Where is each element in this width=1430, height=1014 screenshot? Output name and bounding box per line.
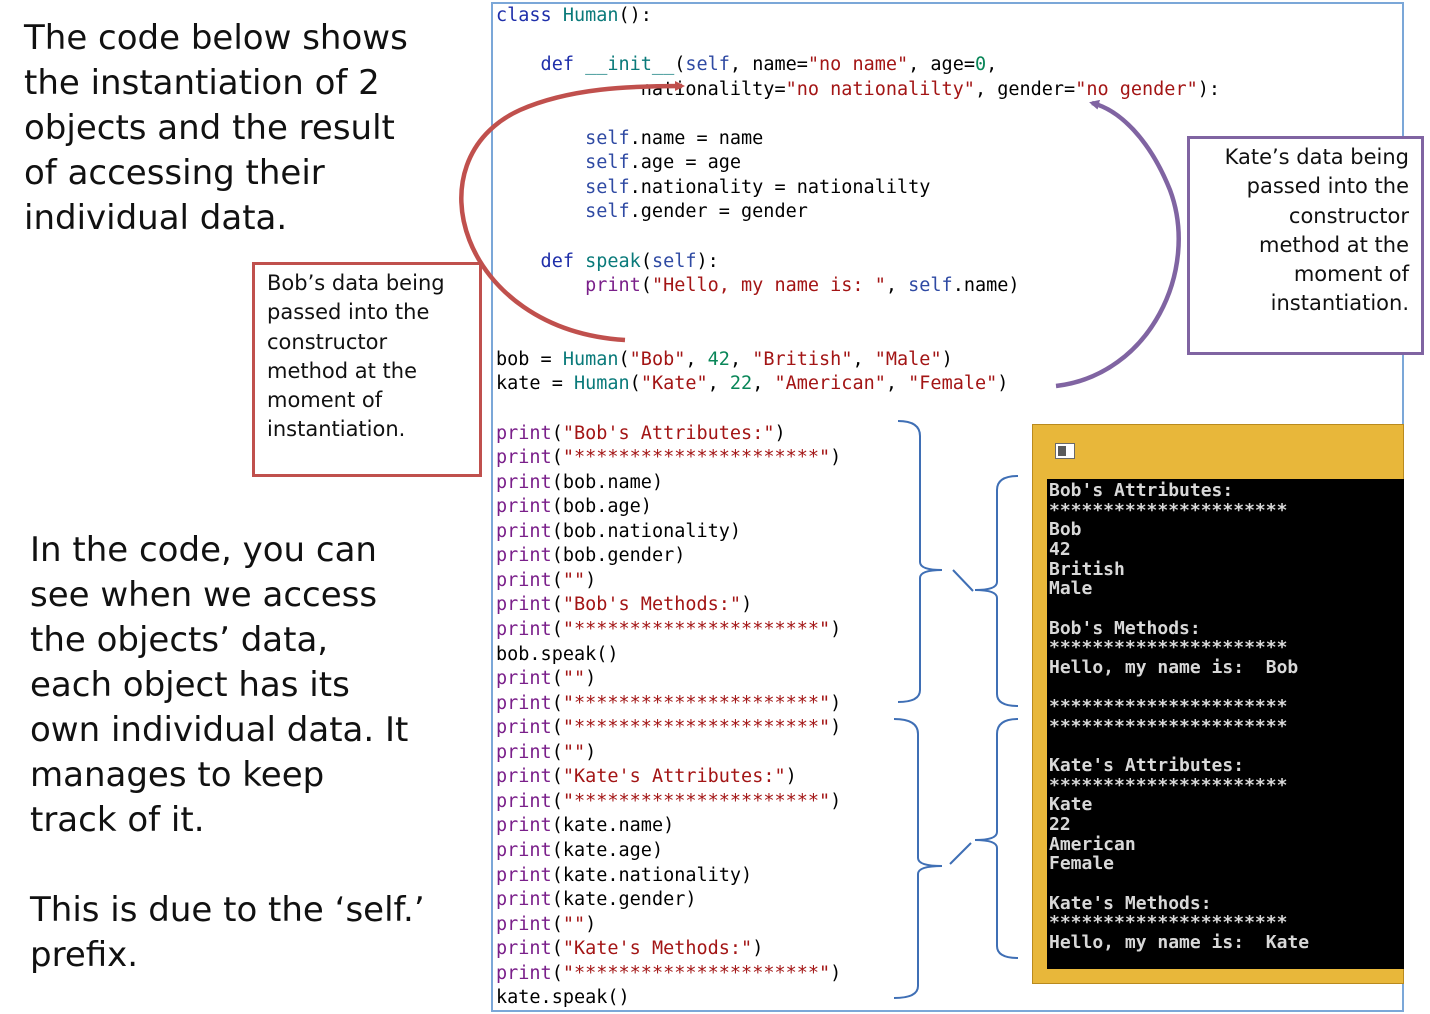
bob-code-bracket (897, 420, 943, 703)
bob-callout-line: Bob’s data being (267, 271, 445, 295)
bob-callout: Bob’s data being passed into the construct… (252, 262, 482, 477)
bob-callout-line: constructor (267, 329, 388, 354)
kate-callout-line: instantiation. (1270, 291, 1409, 316)
kate-callout-line: Kate’s data being (1224, 145, 1409, 169)
bob-output-bracket (974, 475, 1019, 707)
kate-callout-line: constructor (1288, 203, 1409, 228)
kate-code-bracket (893, 718, 943, 999)
bob-callout-line: instantiation. (267, 417, 406, 442)
bob-arrow (459, 81, 685, 343)
bob-callout-line: moment of (267, 388, 383, 413)
kate-output-bracket (974, 718, 1019, 959)
bob-callout-line: method at the (267, 358, 418, 383)
kate-bracket-connector (949, 842, 972, 865)
kate-arrow (1055, 99, 1181, 389)
bob-bracket-connector (952, 569, 974, 592)
bob-callout-line: passed into the (267, 300, 430, 325)
kate-callout-line: method at the (1258, 232, 1409, 257)
kate-callout: Kate’s data being passed into the construc… (1187, 136, 1424, 355)
kate-callout-line: moment of (1293, 262, 1409, 287)
kate-callout-line: passed into the (1246, 174, 1409, 199)
